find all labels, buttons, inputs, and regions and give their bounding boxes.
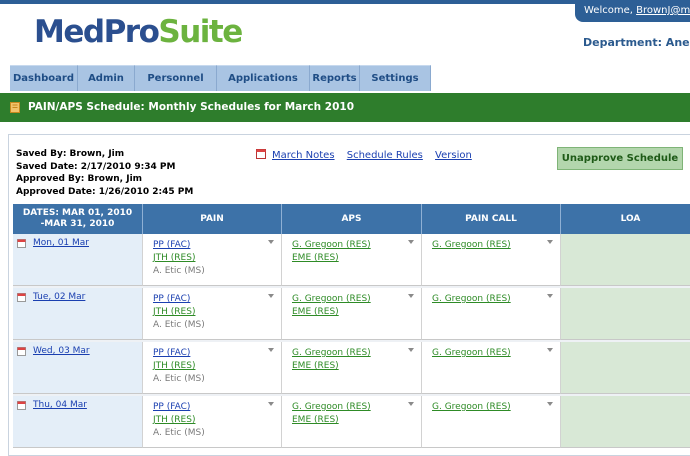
- aps-cell: G. Gregoon (RES) EME (RES): [282, 396, 422, 448]
- chevron-down-icon[interactable]: [408, 294, 414, 298]
- assignment-link[interactable]: JTH (RES): [153, 253, 195, 263]
- date-cell: Tue, 02 Mar: [13, 288, 143, 340]
- approved-date: Approved Date: 1/26/2010 2:45 PM: [16, 186, 194, 197]
- chevron-down-icon[interactable]: [408, 348, 414, 352]
- assignment-link[interactable]: EME (RES): [292, 307, 339, 317]
- loa-cell[interactable]: [561, 342, 690, 394]
- aps-cell: G. Gregoon (RES) EME (RES): [282, 288, 422, 340]
- assignment-link[interactable]: G. Gregoon (RES): [432, 240, 511, 250]
- chevron-down-icon[interactable]: [268, 348, 274, 352]
- tab-settings[interactable]: Settings: [360, 65, 431, 91]
- assignment-link[interactable]: PP (FAC): [153, 402, 190, 412]
- loa-cell[interactable]: [561, 234, 690, 286]
- assignment-link[interactable]: EME (RES): [292, 253, 339, 263]
- pain-cell: PP (FAC) JTH (RES) A. Etic (MS): [143, 342, 282, 394]
- assignment-link[interactable]: PP (FAC): [153, 240, 190, 250]
- assignment-link[interactable]: PP (FAC): [153, 348, 190, 358]
- tab-personnel[interactable]: Personnel: [135, 65, 217, 91]
- assignment-text: A. Etic (MS): [153, 428, 205, 438]
- schedule-rules-link[interactable]: Schedule Rules: [347, 150, 423, 161]
- calendar-icon[interactable]: [17, 347, 26, 356]
- date-cell: Wed, 03 Mar: [13, 342, 143, 394]
- assignment-link[interactable]: G. Gregoon (RES): [292, 294, 371, 304]
- welcome-label: Welcome,: [584, 5, 637, 16]
- day-link[interactable]: Tue, 02 Mar: [33, 292, 85, 302]
- department-label: Department: Anest: [583, 36, 690, 49]
- tab-dashboard[interactable]: Dashboard: [10, 65, 78, 91]
- approved-by: Approved By: Brown, Jim: [16, 174, 143, 184]
- assignment-link[interactable]: G. Gregoon (RES): [432, 348, 511, 358]
- day-link[interactable]: Wed, 03 Mar: [33, 346, 90, 356]
- pain-call-cell: G. Gregoon (RES): [422, 288, 561, 340]
- tab-admin[interactable]: Admin: [78, 65, 135, 91]
- calendar-icon: [256, 149, 266, 159]
- welcome-tab: Welcome, BrownJ@mp: [575, 0, 690, 22]
- main-nav: Dashboard Admin Personnel Applications R…: [10, 65, 431, 91]
- assignment-link[interactable]: EME (RES): [292, 415, 339, 425]
- day-link[interactable]: Mon, 01 Mar: [33, 238, 89, 248]
- chevron-down-icon[interactable]: [547, 240, 553, 244]
- assignment-link[interactable]: G. Gregoon (RES): [432, 402, 511, 412]
- pain-cell: PP (FAC) JTH (RES) A. Etic (MS): [143, 396, 282, 448]
- assignment-link[interactable]: JTH (RES): [153, 361, 195, 371]
- dates-column-header: DATES: MAR 01, 2010 -MAR 31, 2010: [13, 204, 143, 234]
- logo-med-text: MedPro: [34, 14, 160, 50]
- chevron-down-icon[interactable]: [268, 240, 274, 244]
- pain-call-cell: G. Gregoon (RES): [422, 342, 561, 394]
- chevron-down-icon[interactable]: [268, 294, 274, 298]
- loa-cell[interactable]: [561, 396, 690, 448]
- aps-column-header: APS: [282, 204, 422, 234]
- page-title: PAIN/APS Schedule: Monthly Schedules for…: [28, 101, 355, 113]
- assignment-link[interactable]: PP (FAC): [153, 294, 190, 304]
- dates-header-line1: DATES: MAR 01, 2010: [22, 208, 133, 218]
- tab-applications[interactable]: Applications: [217, 65, 310, 91]
- aps-cell: G. Gregoon (RES) EME (RES): [282, 342, 422, 394]
- chevron-down-icon[interactable]: [547, 294, 553, 298]
- saved-by: Saved By: Brown, Jim: [16, 149, 125, 159]
- assignment-link[interactable]: G. Gregoon (RES): [432, 294, 511, 304]
- pain-cell: PP (FAC) JTH (RES) A. Etic (MS): [143, 288, 282, 340]
- assignment-text: A. Etic (MS): [153, 320, 205, 330]
- date-cell: Thu, 04 Mar: [13, 396, 143, 448]
- schedule-book-icon: [10, 102, 20, 113]
- calendar-icon[interactable]: [17, 239, 26, 248]
- calendar-icon[interactable]: [17, 401, 26, 410]
- calendar-icon[interactable]: [17, 293, 26, 302]
- schedule-links: March Notes Schedule Rules Version: [256, 149, 481, 161]
- tab-reports[interactable]: Reports: [310, 65, 360, 91]
- assignment-text: A. Etic (MS): [153, 266, 205, 276]
- approval-info: Saved By: Brown, Jim Saved Date: 2/17/20…: [16, 148, 193, 198]
- saved-date: Saved Date: 2/17/2010 9:34 PM: [16, 161, 176, 172]
- pain-call-cell: G. Gregoon (RES): [422, 396, 561, 448]
- dates-header-line2: -MAR 31, 2010: [40, 219, 115, 229]
- aps-cell: G. Gregoon (RES) EME (RES): [282, 234, 422, 286]
- chevron-down-icon[interactable]: [547, 402, 553, 406]
- pain-call-cell: G. Gregoon (RES): [422, 234, 561, 286]
- pain-call-column-header: PAIN CALL: [422, 204, 561, 234]
- assignment-link[interactable]: G. Gregoon (RES): [292, 348, 371, 358]
- version-link[interactable]: Version: [435, 150, 472, 161]
- user-link[interactable]: BrownJ@mp: [636, 5, 690, 16]
- day-link[interactable]: Thu, 04 Mar: [33, 400, 87, 410]
- loa-column-header: LOA: [561, 204, 690, 234]
- pain-column-header: PAIN: [143, 204, 282, 234]
- chevron-down-icon[interactable]: [408, 240, 414, 244]
- chevron-down-icon[interactable]: [547, 348, 553, 352]
- page-title-bar: PAIN/APS Schedule: Monthly Schedules for…: [0, 93, 690, 122]
- assignment-link[interactable]: G. Gregoon (RES): [292, 402, 371, 412]
- march-notes-link[interactable]: March Notes: [272, 150, 335, 161]
- pain-cell: PP (FAC) JTH (RES) A. Etic (MS): [143, 234, 282, 286]
- assignment-link[interactable]: JTH (RES): [153, 415, 195, 425]
- unapprove-schedule-button[interactable]: Unapprove Schedule: [557, 147, 683, 170]
- assignment-text: A. Etic (MS): [153, 374, 205, 384]
- date-cell: Mon, 01 Mar: [13, 234, 143, 286]
- assignment-link[interactable]: EME (RES): [292, 361, 339, 371]
- chevron-down-icon[interactable]: [408, 402, 414, 406]
- loa-cell[interactable]: [561, 288, 690, 340]
- assignment-link[interactable]: G. Gregoon (RES): [292, 240, 371, 250]
- chevron-down-icon[interactable]: [268, 402, 274, 406]
- logo-suite-text: Suite: [158, 14, 243, 50]
- medprosuite-logo: MedProSuite: [34, 14, 243, 50]
- assignment-link[interactable]: JTH (RES): [153, 307, 195, 317]
